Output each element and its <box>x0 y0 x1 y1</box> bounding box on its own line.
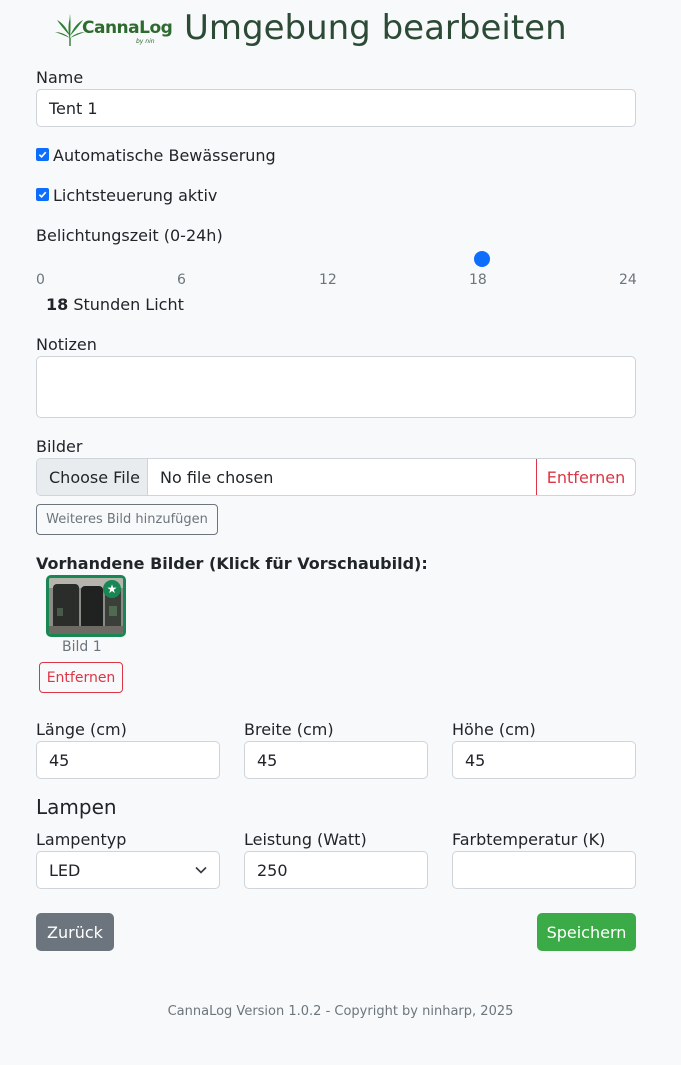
cannabis-leaf-icon <box>55 14 85 46</box>
slider-tick-label: 6 <box>177 272 186 288</box>
back-button[interactable]: Zurück <box>36 913 114 951</box>
cannalog-logo: CannaLog by nin <box>55 12 173 48</box>
page-title: Umgebung bearbeiten <box>184 8 567 48</box>
length-input[interactable]: 45 <box>36 741 220 779</box>
logo-subtext: by nin <box>136 38 155 45</box>
checkmark-icon <box>38 151 47 159</box>
light-control-label[interactable]: Lichtsteuerung aktiv <box>53 186 217 205</box>
lamp-type-label: Lampentyp <box>36 830 127 849</box>
existing-images-heading: Vorhandene Bilder (Klick für Vorschaubil… <box>36 554 428 573</box>
logo-text: CannaLog <box>82 18 173 38</box>
notes-label: Notizen <box>36 335 97 354</box>
file-input-group: Choose File No file chosen Entfernen <box>36 458 636 496</box>
slider-tick-label: 24 <box>619 272 637 288</box>
length-label: Länge (cm) <box>36 720 127 739</box>
width-label: Breite (cm) <box>244 720 334 739</box>
remove-image-button[interactable]: Entfernen <box>39 662 123 693</box>
name-label: Name <box>36 68 84 87</box>
auto-watering-label[interactable]: Automatische Bewässerung <box>53 146 276 165</box>
notes-textarea[interactable] <box>36 356 636 418</box>
chevron-down-icon <box>195 866 207 874</box>
height-input[interactable]: 45 <box>452 741 636 779</box>
name-input[interactable]: Tent 1 <box>36 89 636 127</box>
add-image-button[interactable]: Weiteres Bild hinzufügen <box>36 504 218 535</box>
color-temp-input[interactable] <box>452 851 636 889</box>
remove-file-button[interactable]: Entfernen <box>536 459 635 495</box>
slider-tick-label: 12 <box>319 272 337 288</box>
width-input[interactable]: 45 <box>244 741 428 779</box>
lamp-type-value: LED <box>49 860 81 880</box>
exposure-suffix: Stunden Licht <box>73 295 184 314</box>
exposure-readout: 18 Stunden Licht <box>46 295 184 314</box>
image-thumbnail[interactable]: ★ <box>46 575 126 637</box>
light-control-checkbox[interactable] <box>36 188 49 201</box>
slider-tick-label: 18 <box>469 272 487 288</box>
save-button[interactable]: Speichern <box>537 913 636 951</box>
image-caption: Bild 1 <box>62 639 102 655</box>
checkmark-icon <box>38 191 47 199</box>
exposure-slider-thumb[interactable] <box>474 251 490 267</box>
lamps-heading: Lampen <box>36 795 117 819</box>
lamp-type-select[interactable]: LED <box>36 851 220 889</box>
power-label: Leistung (Watt) <box>244 830 367 849</box>
auto-watering-checkbox[interactable] <box>36 148 49 161</box>
height-label: Höhe (cm) <box>452 720 536 739</box>
color-temp-label: Farbtemperatur (K) <box>452 830 606 849</box>
file-name-display: No file chosen <box>160 467 274 487</box>
exposure-value: 18 <box>46 295 69 314</box>
slider-tick-label: 0 <box>36 272 45 288</box>
power-input[interactable]: 250 <box>244 851 428 889</box>
choose-file-button[interactable]: Choose File <box>37 459 148 495</box>
images-label: Bilder <box>36 437 83 456</box>
preview-star-icon: ★ <box>103 580 121 598</box>
footer-text: CannaLog Version 1.0.2 - Copyright by ni… <box>167 1004 514 1019</box>
exposure-label: Belichtungszeit (0-24h) <box>36 226 223 245</box>
